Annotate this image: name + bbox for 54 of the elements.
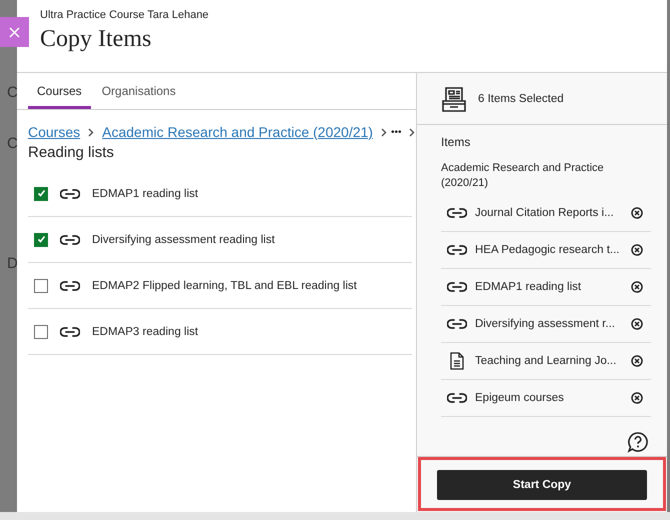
chevron-icon — [380, 128, 387, 136]
remove-icon[interactable] — [631, 355, 643, 367]
start-copy-button[interactable]: Start Copy — [437, 470, 647, 500]
link-icon — [447, 244, 467, 256]
tab[interactable]: Organisations — [92, 73, 185, 109]
link-icon — [447, 281, 467, 293]
checkbox[interactable] — [34, 232, 48, 246]
course-name: Ultra Practice Course Tara Lehane — [40, 9, 210, 21]
remove-icon[interactable] — [631, 392, 643, 404]
background-text: C — [6, 135, 17, 151]
link-icon — [60, 280, 80, 292]
chevron-icon — [409, 128, 416, 136]
link-icon — [60, 188, 80, 200]
item-label: EDMAP1 reading list — [92, 188, 198, 200]
link-icon — [447, 318, 467, 330]
close-icon — [9, 26, 20, 38]
remove-icon[interactable] — [631, 281, 643, 293]
breadcrumb-link[interactable]: Courses — [28, 124, 80, 140]
background-text: C — [6, 84, 17, 100]
chevron-icon — [88, 128, 94, 136]
item-label: Diversifying assessment reading list — [92, 234, 275, 246]
close-button[interactable] — [0, 17, 29, 47]
checkbox[interactable] — [34, 278, 48, 292]
remove-icon[interactable] — [631, 318, 643, 330]
remove-icon[interactable] — [631, 207, 643, 219]
breadcrumb-link[interactable]: Academic Research and Practice (2020/21) — [102, 124, 373, 140]
item-label: Diversifying assessment r... — [475, 318, 616, 330]
remove-icon[interactable] — [631, 244, 643, 256]
panel-title: Copy Items — [40, 26, 152, 53]
items-heading: Items — [441, 135, 472, 149]
document-icon — [450, 352, 464, 370]
selected-count: 6 Items Selected — [478, 92, 564, 104]
current-folder: Reading lists — [27, 143, 115, 161]
archive-icon — [442, 86, 466, 112]
item-label: Epigeum courses — [475, 392, 565, 404]
link-icon — [60, 234, 80, 246]
item-label: Journal Citation Reports i... — [475, 207, 615, 219]
background-text: D — [6, 255, 17, 271]
item-label: EDMAP1 reading list — [475, 281, 582, 293]
checkbox[interactable] — [34, 324, 48, 338]
check-icon — [36, 189, 46, 198]
tab[interactable]: Courses — [28, 73, 91, 109]
link-icon — [60, 326, 80, 338]
item-label: EDMAP3 reading list — [92, 326, 198, 338]
link-icon — [447, 207, 467, 219]
item-label: HEA Pedagogic research t... — [475, 244, 620, 256]
check-icon — [36, 235, 46, 244]
course-heading: Academic Research and Practice (2020/21) — [441, 161, 605, 191]
checkbox[interactable] — [34, 186, 48, 200]
item-label: EDMAP2 Flipped learning, TBL and EBL reading list — [92, 280, 357, 292]
help-icon[interactable] — [627, 431, 649, 453]
link-icon — [447, 392, 467, 404]
more-button[interactable]: ••• — [390, 126, 402, 138]
item-label: Teaching and Learning Jo... — [475, 355, 618, 367]
